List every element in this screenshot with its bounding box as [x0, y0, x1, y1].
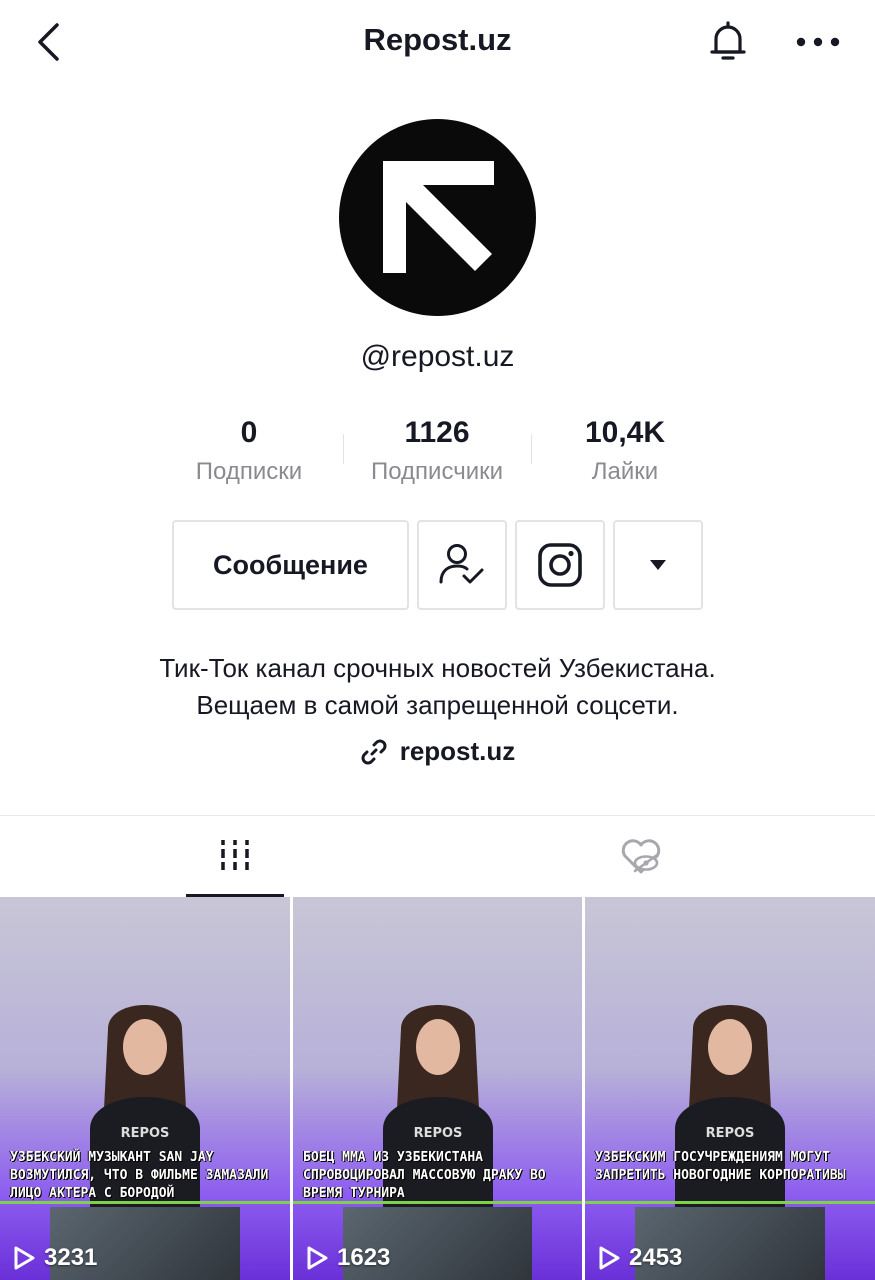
following-button[interactable]	[417, 520, 507, 610]
stat-label: Подписчики	[370, 458, 504, 485]
profile-link[interactable]: repost.uz	[0, 736, 875, 767]
view-count: 2453	[597, 1244, 682, 1272]
repost-logo-icon	[383, 161, 494, 273]
link-icon	[361, 739, 387, 764]
stat-label: Лайки	[591, 458, 659, 485]
grid-lines-icon	[221, 840, 249, 870]
presenter-image: REPOS	[675, 1005, 785, 1229]
stat-likes[interactable]: 10,4K Лайки	[531, 414, 719, 490]
view-count-value: 3231	[44, 1244, 98, 1271]
profile-bio: Тик-Ток канал срочных новостей Узбекиста…	[0, 650, 875, 724]
tab-videos[interactable]	[186, 816, 284, 898]
user-check-icon	[439, 544, 484, 584]
video-caption: Узбекским госучреждениям могут запретить…	[595, 1150, 846, 1183]
suggested-accounts-button[interactable]	[613, 520, 703, 610]
bio-line: Вещаем в самой запрещенной соцсети.	[196, 690, 679, 720]
svg-text:REPOS: REPOS	[706, 1126, 755, 1141]
instagram-button[interactable]	[515, 520, 605, 610]
play-icon	[14, 1246, 35, 1270]
view-count: 1623	[305, 1244, 390, 1272]
message-button[interactable]: Сообщение	[172, 520, 409, 610]
video-caption: Узбекский музыкант San Jay возмутился, ч…	[10, 1150, 269, 1201]
view-count: 3231	[12, 1244, 97, 1272]
video-tile[interactable]: REPOS Узбекским госучреждениям могут зап…	[585, 897, 875, 1280]
stat-value: 10,4K	[584, 416, 666, 449]
stat-following[interactable]: 0 Подписки	[155, 414, 343, 490]
back-icon[interactable]	[28, 20, 68, 64]
bell-icon[interactable]	[704, 18, 752, 66]
profile-handle: @repost.uz	[360, 340, 515, 373]
caption-underline	[0, 1201, 290, 1204]
tab-liked[interactable]	[592, 816, 690, 898]
caption-underline	[585, 1201, 875, 1204]
instagram-icon	[538, 543, 582, 587]
stat-followers[interactable]: 1126 Подписчики	[343, 414, 531, 490]
avatar[interactable]	[339, 119, 536, 316]
heart-hidden-icon	[621, 839, 661, 874]
stat-value: 1126	[404, 416, 470, 449]
play-icon	[307, 1246, 328, 1270]
caret-down-icon	[650, 560, 666, 570]
stat-label: Подписки	[195, 458, 303, 485]
profile-stats: 0 Подписки 1126 Подписчики 10,4K Лайки	[155, 414, 720, 494]
more-options-icon[interactable]	[792, 18, 844, 66]
video-tile[interactable]: REPOS Боец ММА из Узбекистана спровоциро…	[293, 897, 582, 1280]
link-text: repost.uz	[399, 736, 516, 766]
caption-underline	[293, 1201, 582, 1204]
view-count-value: 1623	[337, 1244, 391, 1271]
svg-text:REPOS: REPOS	[121, 1126, 170, 1141]
view-count-value: 2453	[629, 1244, 683, 1271]
video-caption: Боец ММА из Узбекистана спровоцировал ма…	[303, 1150, 546, 1201]
bio-line: Тик-Ток канал срочных новостей Узбекиста…	[159, 653, 716, 683]
top-bar: Repost.uz	[0, 0, 875, 84]
video-grid: REPOS Узбекский музыкант San Jay возмути…	[0, 897, 875, 1280]
video-tile[interactable]: REPOS Узбекский музыкант San Jay возмути…	[0, 897, 290, 1280]
content-tabs	[0, 815, 875, 898]
play-icon	[599, 1246, 620, 1270]
stat-value: 0	[240, 416, 258, 449]
svg-text:REPOS: REPOS	[413, 1126, 462, 1141]
